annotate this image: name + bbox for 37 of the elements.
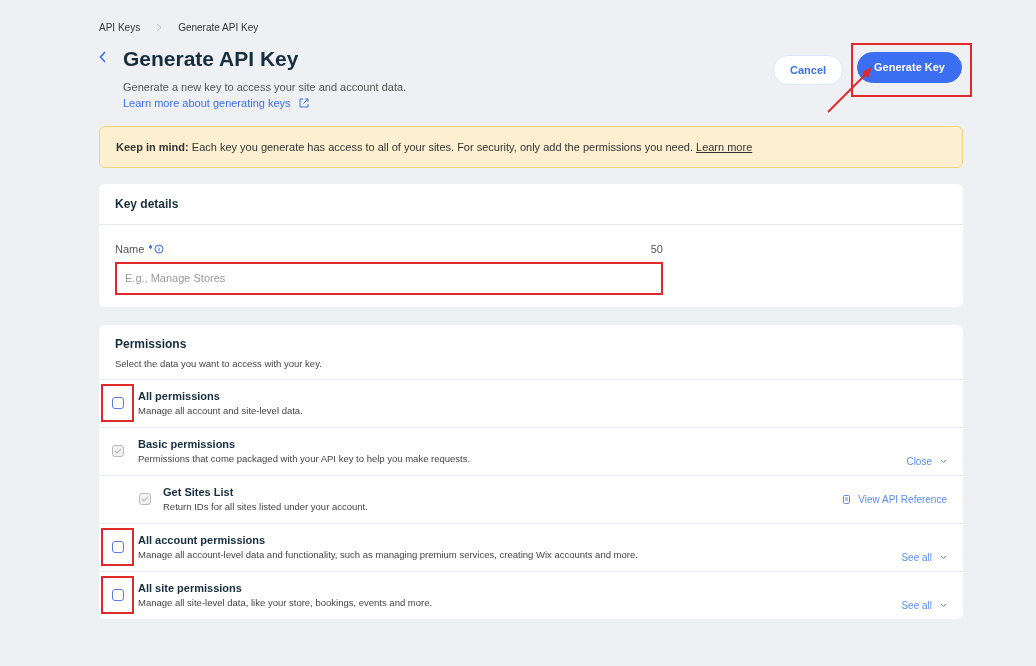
permission-title: All account permissions	[138, 532, 267, 548]
field-label: Name	[115, 242, 145, 257]
required-info-icon[interactable]	[148, 244, 165, 255]
back-icon[interactable]	[99, 51, 107, 63]
checkbox[interactable]	[111, 397, 124, 410]
chevron-down-icon[interactable]	[940, 554, 947, 560]
notice-text: Keep in mind: Each key you generate has access to all of your sites. For security, only add the permissions you need.	[116, 140, 694, 153]
page-subtitle: Generate a new key to access your site and account data.	[123, 79, 407, 95]
checkbox[interactable]	[111, 589, 124, 602]
card-subtitle: Select the data you want to access with your key.	[115, 356, 323, 371]
generate-button[interactable]: Generate Key	[857, 52, 962, 83]
permission-description: Manage all site-level data, like your store, bookings, events and more.	[138, 596, 434, 611]
chevron-down-icon[interactable]	[940, 458, 947, 464]
permission-description: Permissions that come packaged with your API key to help you make requests.	[138, 452, 472, 467]
permission-description: Manage all account and site-level data.	[138, 404, 304, 419]
chevron-icon	[156, 23, 163, 32]
expand-toggle[interactable]: See all	[901, 597, 932, 613]
learn-more-link[interactable]: Learn more about generating keys	[123, 95, 291, 112]
document-icon	[843, 494, 851, 504]
page-title: Generate API Key	[123, 46, 300, 72]
permission-title: All site permissions	[138, 580, 243, 596]
breadcrumb-current: Generate API Key	[178, 21, 259, 35]
card-title: Key details	[99, 184, 963, 225]
permission-title: All permissions	[138, 388, 221, 404]
card-title: Permissions	[115, 335, 188, 353]
breadcrumb-link[interactable]: API Keys	[99, 20, 141, 35]
external-link-icon[interactable]	[298, 98, 309, 109]
permission-title: Basic permissions	[138, 436, 237, 452]
checkbox[interactable]	[111, 541, 124, 554]
permission-description: Return IDs for all sites listed under your account.	[163, 500, 369, 515]
permission-description: Manage all account-level data and functionality, such as managing premium services, creating Wix accounts and more.	[138, 548, 639, 563]
permission-title: Get Sites List	[163, 484, 235, 500]
chevron-down-icon[interactable]	[940, 602, 947, 608]
learn-more-link[interactable]: Learn more	[696, 140, 753, 153]
expand-toggle[interactable]: See all	[901, 549, 932, 565]
cancel-button[interactable]: Cancel	[773, 54, 844, 85]
character-counter: 50	[650, 242, 663, 257]
